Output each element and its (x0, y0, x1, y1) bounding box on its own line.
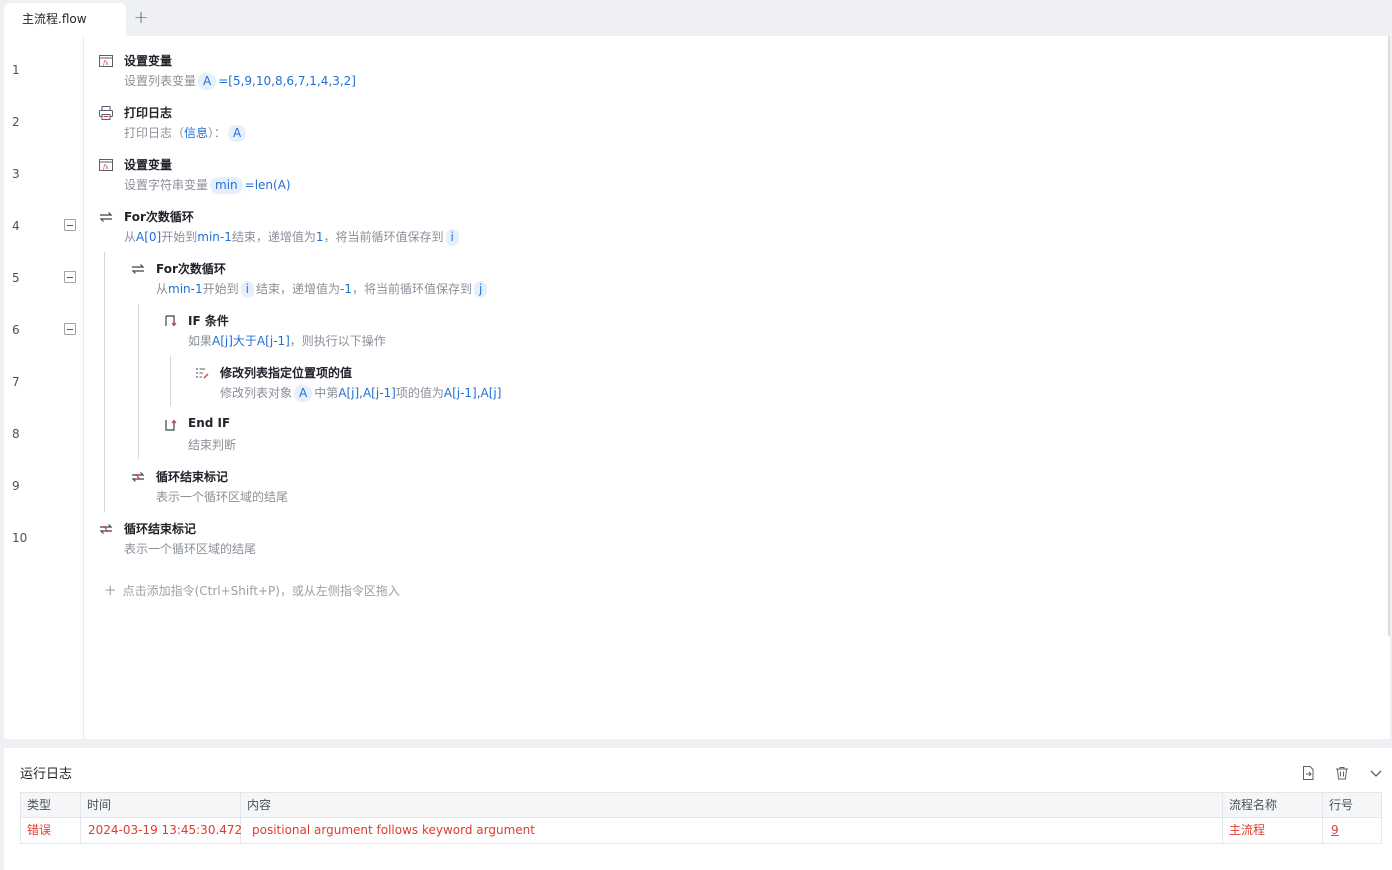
collapse-toggle-line-4[interactable] (64, 219, 76, 231)
step-description: 表示一个循环区域的结尾 (124, 542, 257, 556)
printer-icon (99, 106, 113, 120)
table-row[interactable]: 错误 2024-03-19 13:45:30.472 positional ar… (21, 818, 1381, 844)
step-description: 设置列表变量 A =[5,9,10,8,6,7,1,4,3,2] (124, 73, 356, 90)
variable-icon: fx (99, 55, 113, 67)
log-panel-title: 运行日志 (20, 767, 73, 782)
flow-editor: 1 2 3 4 5 6 7 8 9 10 fx 设置变量 设置列表变量 A =[5,… (4, 36, 1390, 739)
log-table-header: 类型 时间 内容 流程名称 行号 (21, 793, 1381, 818)
loop-guide-line (138, 304, 139, 459)
add-command-hint[interactable]: + 点击添加指令(Ctrl+Shift+P)，或从左侧指令区拖入 (104, 581, 400, 599)
loop-end-icon (131, 472, 145, 482)
trash-icon (1335, 766, 1348, 779)
tab-bar: 主流程.flow + (0, 0, 1392, 36)
line-number: 5 (12, 271, 20, 285)
tab-main-flow[interactable]: 主流程.flow (4, 3, 126, 36)
line-number: 1 (12, 63, 20, 77)
end-if-icon (165, 419, 177, 431)
column-header-time[interactable]: 时间 (81, 793, 241, 817)
step-description: 如果A[j]大于A[j-1]，则执行以下操作 (188, 334, 386, 348)
log-type: 错误 (21, 818, 81, 843)
column-header-line[interactable]: 行号 (1323, 793, 1383, 817)
step-title: 打印日志 (124, 106, 173, 120)
plus-icon: + (104, 581, 117, 599)
export-log-button[interactable] (1300, 765, 1316, 781)
line-number: 10 (12, 531, 28, 545)
line-number: 3 (12, 167, 20, 181)
line-number: 6 (12, 323, 20, 337)
column-header-type[interactable]: 类型 (21, 793, 81, 817)
export-icon (1302, 765, 1314, 780)
step-description: 从A[0]开始到min-1结束，递增值为1，将当前循环值保存到 i (124, 228, 461, 246)
log-flow-name: 主流程 (1223, 818, 1323, 843)
step-title: 修改列表指定位置项的值 (220, 366, 353, 380)
step-title: For次数循环 (124, 210, 194, 224)
step-title: 循环结束标记 (124, 522, 197, 536)
collapse-log-button[interactable] (1368, 765, 1384, 781)
log-line-link[interactable]: 9 (1323, 818, 1383, 843)
step-description: 打印日志（信息）： A (124, 124, 248, 142)
line-number: 8 (12, 427, 20, 441)
log-toolbar (1287, 762, 1384, 781)
line-number: 4 (12, 219, 20, 233)
loop-end-icon (99, 524, 113, 534)
collapse-toggle-line-6[interactable] (64, 323, 76, 335)
add-tab-button[interactable]: + (130, 8, 152, 30)
svg-text:fx: fx (102, 60, 109, 67)
if-guide-line (170, 356, 171, 406)
step-title: End IF (188, 416, 231, 430)
line-gutter: 1 2 3 4 5 6 7 8 9 10 (4, 36, 84, 739)
list-edit-icon (196, 368, 209, 379)
run-log-panel: 运行日志 类型 时间 内容 流程名称 行号 错误 2024-03-19 13:4… (4, 748, 1392, 870)
loop-guide-line (104, 252, 105, 512)
step-description: 结束判断 (188, 438, 237, 452)
step-title: 设置变量 (124, 54, 173, 68)
column-header-flow[interactable]: 流程名称 (1223, 793, 1323, 817)
step-description: 修改列表对象 A 中第A[j],A[j-1]项的值为A[j-1],A[j] (220, 385, 502, 402)
chevron-down-icon (1370, 770, 1382, 777)
line-number: 2 (12, 115, 20, 129)
step-description: 从min-1开始到 i 结束，递增值为-1，将当前循环值保存到 j (156, 280, 489, 298)
variable-icon: fx (99, 159, 113, 171)
log-time: 2024-03-19 13:45:30.472 (81, 818, 242, 843)
loop-icon (131, 264, 145, 274)
step-title: For次数循环 (156, 262, 226, 276)
step-description: 表示一个循环区域的结尾 (156, 490, 289, 504)
clear-log-button[interactable] (1334, 765, 1350, 781)
editor-scrollbar[interactable] (1388, 36, 1390, 636)
line-number: 9 (12, 479, 20, 493)
if-branch-icon (165, 315, 177, 327)
step-title: IF 条件 (188, 314, 229, 328)
log-content: positional argument follows keyword argu… (241, 818, 1223, 843)
step-title: 设置变量 (124, 158, 173, 172)
log-table: 类型 时间 内容 流程名称 行号 错误 2024-03-19 13:45:30.… (20, 792, 1382, 844)
loop-icon (99, 212, 113, 222)
line-number: 7 (12, 375, 20, 389)
svg-text:fx: fx (102, 164, 109, 171)
column-header-content[interactable]: 内容 (241, 793, 1223, 817)
step-title: 循环结束标记 (156, 470, 229, 484)
collapse-toggle-line-5[interactable] (64, 271, 76, 283)
step-description: 设置字符串变量 min =len(A) (124, 177, 291, 194)
